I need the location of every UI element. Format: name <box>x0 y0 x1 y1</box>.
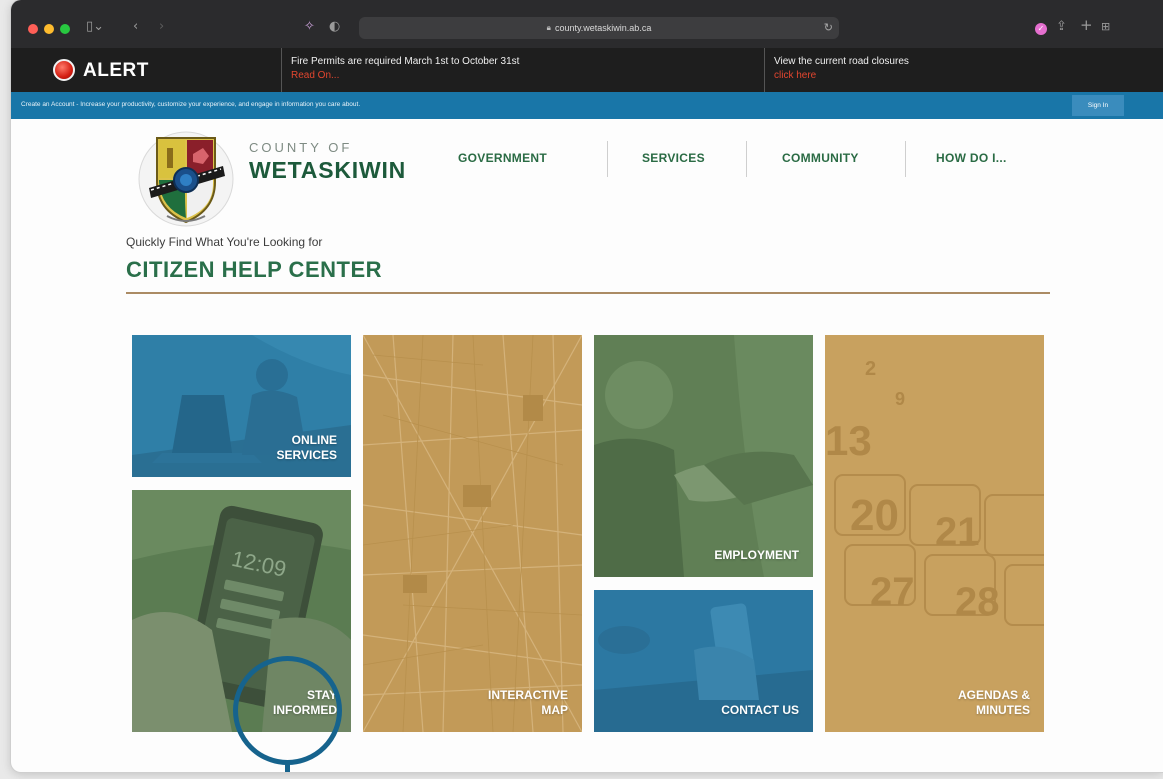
tile-employment[interactable]: EMPLOYMENT <box>594 335 813 577</box>
alert-message-fire-permits: Fire Permits are required March 1st to O… <box>291 55 519 83</box>
click-here-link[interactable]: click here <box>774 69 909 83</box>
share-icon[interactable]: ⇪ <box>1056 19 1067 35</box>
alert-message-road-closures: View the current road closures click her… <box>774 55 909 83</box>
tile-label-line: MINUTES <box>976 703 1030 717</box>
nav-community[interactable]: COMMUNITY <box>782 151 859 165</box>
handshake-photo-icon <box>594 335 813 577</box>
zoom-window-button[interactable] <box>60 24 70 34</box>
lock-icon: 🔒︎ <box>546 23 551 32</box>
read-on-link[interactable]: Read On... <box>291 69 519 83</box>
highlight-pointer <box>285 764 290 772</box>
nav-divider <box>746 141 747 177</box>
map-photo-icon <box>363 335 582 732</box>
tile-agendas-minutes[interactable]: 13 2 9 20 21 27 28 AGENDAS & MINUTES <box>825 335 1044 732</box>
alert-icon <box>53 59 75 81</box>
tile-label-line: INTERACTIVE <box>487 688 568 702</box>
alert-message-text: View the current road closures <box>774 56 909 67</box>
tile-label: ONLINE SERVICES <box>277 433 337 463</box>
calendar-photo-icon: 13 2 9 20 21 27 28 <box>825 335 1044 732</box>
nav-how-do-i[interactable]: HOW DO I... <box>936 151 1007 165</box>
address-bar[interactable]: 🔒︎ county.wetaskiwin.ab.ca ↻ <box>359 17 839 39</box>
alert-divider <box>764 48 765 92</box>
tile-contact-us[interactable]: CONTACT US <box>594 590 813 732</box>
nav-divider <box>607 141 608 177</box>
create-account-link[interactable]: Create an Account - Increase your produc… <box>21 101 360 108</box>
svg-text:13: 13 <box>825 417 872 464</box>
shield-icon[interactable]: ◐ <box>329 19 340 35</box>
tile-label: CONTACT US <box>721 703 799 718</box>
extension-icon[interactable]: ✧ <box>304 19 315 35</box>
help-tagline: Quickly Find What You're Looking for <box>126 235 323 249</box>
tile-label-line: ONLINE <box>291 433 337 447</box>
site-name[interactable]: WETASKIWIN <box>249 157 406 184</box>
svg-text:28: 28 <box>955 580 1000 624</box>
new-tab-icon[interactable]: + <box>1080 17 1093 33</box>
tile-interactive-map[interactable]: INTERACTIVE MAP <box>363 335 582 732</box>
tile-label-line: MAP <box>541 703 568 717</box>
browser-window: ▯⌄ ‹ › ✧ ◐ 🔒︎ county.wetaskiwin.ab.ca ↻ … <box>11 0 1163 772</box>
tile-label: AGENDAS & MINUTES <box>958 688 1030 718</box>
tile-label-line: AGENDAS & <box>957 688 1030 702</box>
close-window-button[interactable] <box>28 24 38 34</box>
svg-text:9: 9 <box>895 389 905 409</box>
forward-icon[interactable]: › <box>159 19 164 35</box>
tile-online-services[interactable]: ONLINE SERVICES <box>132 335 351 477</box>
alert-bar: ALERT Fire Permits are required March 1s… <box>11 48 1163 92</box>
account-bar: Create an Account - Increase your produc… <box>11 92 1163 119</box>
svg-text:20: 20 <box>850 491 899 540</box>
county-crest-logo[interactable] <box>137 130 235 228</box>
tile-label: INTERACTIVE MAP <box>488 688 568 718</box>
pocket-icon[interactable]: ✓ <box>1035 23 1047 35</box>
site-name-prefix: COUNTY OF <box>249 140 353 155</box>
highlight-circle <box>233 656 342 765</box>
minimize-window-button[interactable] <box>44 24 54 34</box>
sidebar-icon[interactable]: ▯⌄ <box>86 19 104 35</box>
tile-label-line: CONTACT US <box>721 703 799 717</box>
sign-in-button[interactable]: Sign In <box>1072 95 1124 116</box>
svg-text:27: 27 <box>870 570 915 614</box>
tile-label-line: EMPLOYMENT <box>714 548 799 562</box>
tile-label: EMPLOYMENT <box>714 548 799 563</box>
url-text: county.wetaskiwin.ab.ca <box>554 23 652 33</box>
browser-toolbar: ▯⌄ ‹ › ✧ ◐ 🔒︎ county.wetaskiwin.ab.ca ↻ … <box>11 0 1163 48</box>
nav-services[interactable]: SERVICES <box>642 151 705 165</box>
svg-text:21: 21 <box>935 510 980 554</box>
tab-overview-icon[interactable]: ⊞ <box>1101 19 1110 35</box>
nav-divider <box>905 141 906 177</box>
alert-divider <box>281 48 282 92</box>
alert-message-text: Fire Permits are required March 1st to O… <box>291 56 520 67</box>
help-center-title: CITIZEN HELP CENTER <box>126 257 383 282</box>
heading-divider <box>126 292 1050 294</box>
alert-label: ALERT <box>83 60 149 81</box>
tile-label-line: SERVICES <box>276 448 337 462</box>
nav-government[interactable]: GOVERNMENT <box>458 151 547 165</box>
back-icon[interactable]: ‹ <box>133 19 138 35</box>
svg-text:2: 2 <box>865 358 876 380</box>
reload-icon[interactable]: ↻ <box>824 21 833 34</box>
